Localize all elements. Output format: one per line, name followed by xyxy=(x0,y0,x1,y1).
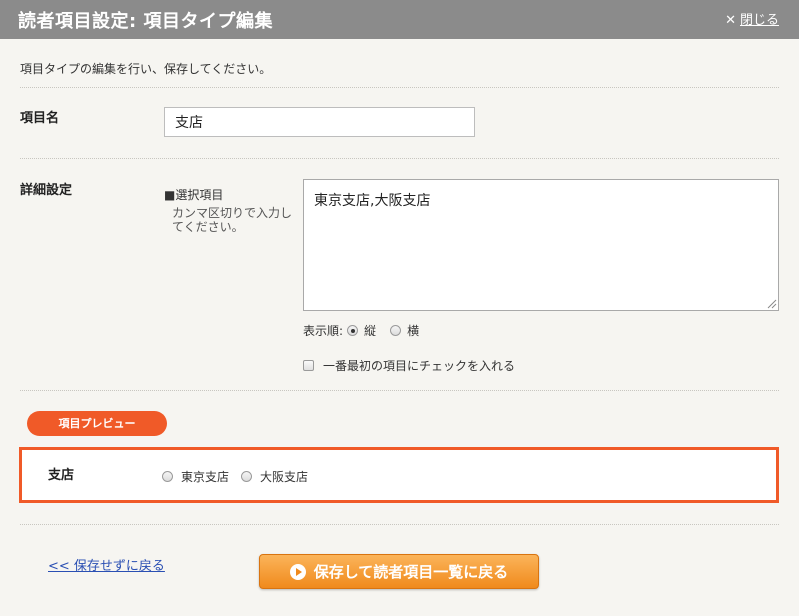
order-vertical-label: 縦 xyxy=(364,324,377,338)
save-button-label: 保存して読者項目一覧に戻る xyxy=(313,563,509,581)
preview-box: 支店 東京支店 大阪支店 xyxy=(19,447,779,503)
back-without-saving-link[interactable]: << 保存せずに戻る xyxy=(48,555,165,574)
item-name-label: 項目名 xyxy=(20,111,60,126)
choices-note: カンマ区切りで入力してください。 xyxy=(172,206,293,234)
preview-badge: 項目プレビュー xyxy=(27,411,167,436)
display-order-label: 表示順: xyxy=(303,324,344,338)
preview-radio-tokyo[interactable] xyxy=(162,471,173,482)
preview-radio-osaka[interactable] xyxy=(241,471,253,482)
resize-handle-icon[interactable] xyxy=(765,297,777,309)
page-title: 読者項目設定: 項目タイプ編集 xyxy=(18,11,273,32)
divider xyxy=(20,524,779,525)
close-button[interactable]: ✕ 閉じる xyxy=(725,9,779,28)
divider xyxy=(20,390,779,391)
preview-option-osaka: 大阪支店 xyxy=(260,470,309,484)
page-description: 項目タイプの編集を行い、保存してください。 xyxy=(20,62,272,76)
play-icon xyxy=(289,563,306,580)
close-label: 閉じる xyxy=(739,13,779,28)
choices-label: ■選択項目 xyxy=(164,188,224,202)
title-bar: 読者項目設定: 項目タイプ編集 ✕ 閉じる xyxy=(0,0,799,39)
detail-settings-label: 詳細設定 xyxy=(20,183,73,198)
order-horizontal-label: 横 xyxy=(407,324,420,338)
choices-textarea[interactable]: 東京支店,大阪支店 xyxy=(303,179,779,311)
display-order-row: 表示順: 縦 横 xyxy=(303,322,419,339)
order-horizontal-radio[interactable] xyxy=(390,325,402,336)
item-name-input[interactable] xyxy=(164,107,475,137)
divider xyxy=(20,158,779,159)
preview-option-tokyo: 東京支店 xyxy=(181,470,230,484)
preview-options: 東京支店 大阪支店 xyxy=(162,468,320,485)
close-icon: ✕ xyxy=(725,13,736,28)
first-item-check-label: 一番最初の項目にチェックを入れる xyxy=(323,359,516,373)
order-vertical-radio[interactable] xyxy=(347,325,359,336)
save-and-return-button[interactable]: 保存して読者項目一覧に戻る xyxy=(259,554,539,589)
first-item-check-row: 一番最初の項目にチェックを入れる xyxy=(303,357,515,374)
preview-item-label: 支店 xyxy=(48,468,75,483)
divider xyxy=(20,87,779,88)
first-item-checkbox[interactable] xyxy=(303,360,314,371)
